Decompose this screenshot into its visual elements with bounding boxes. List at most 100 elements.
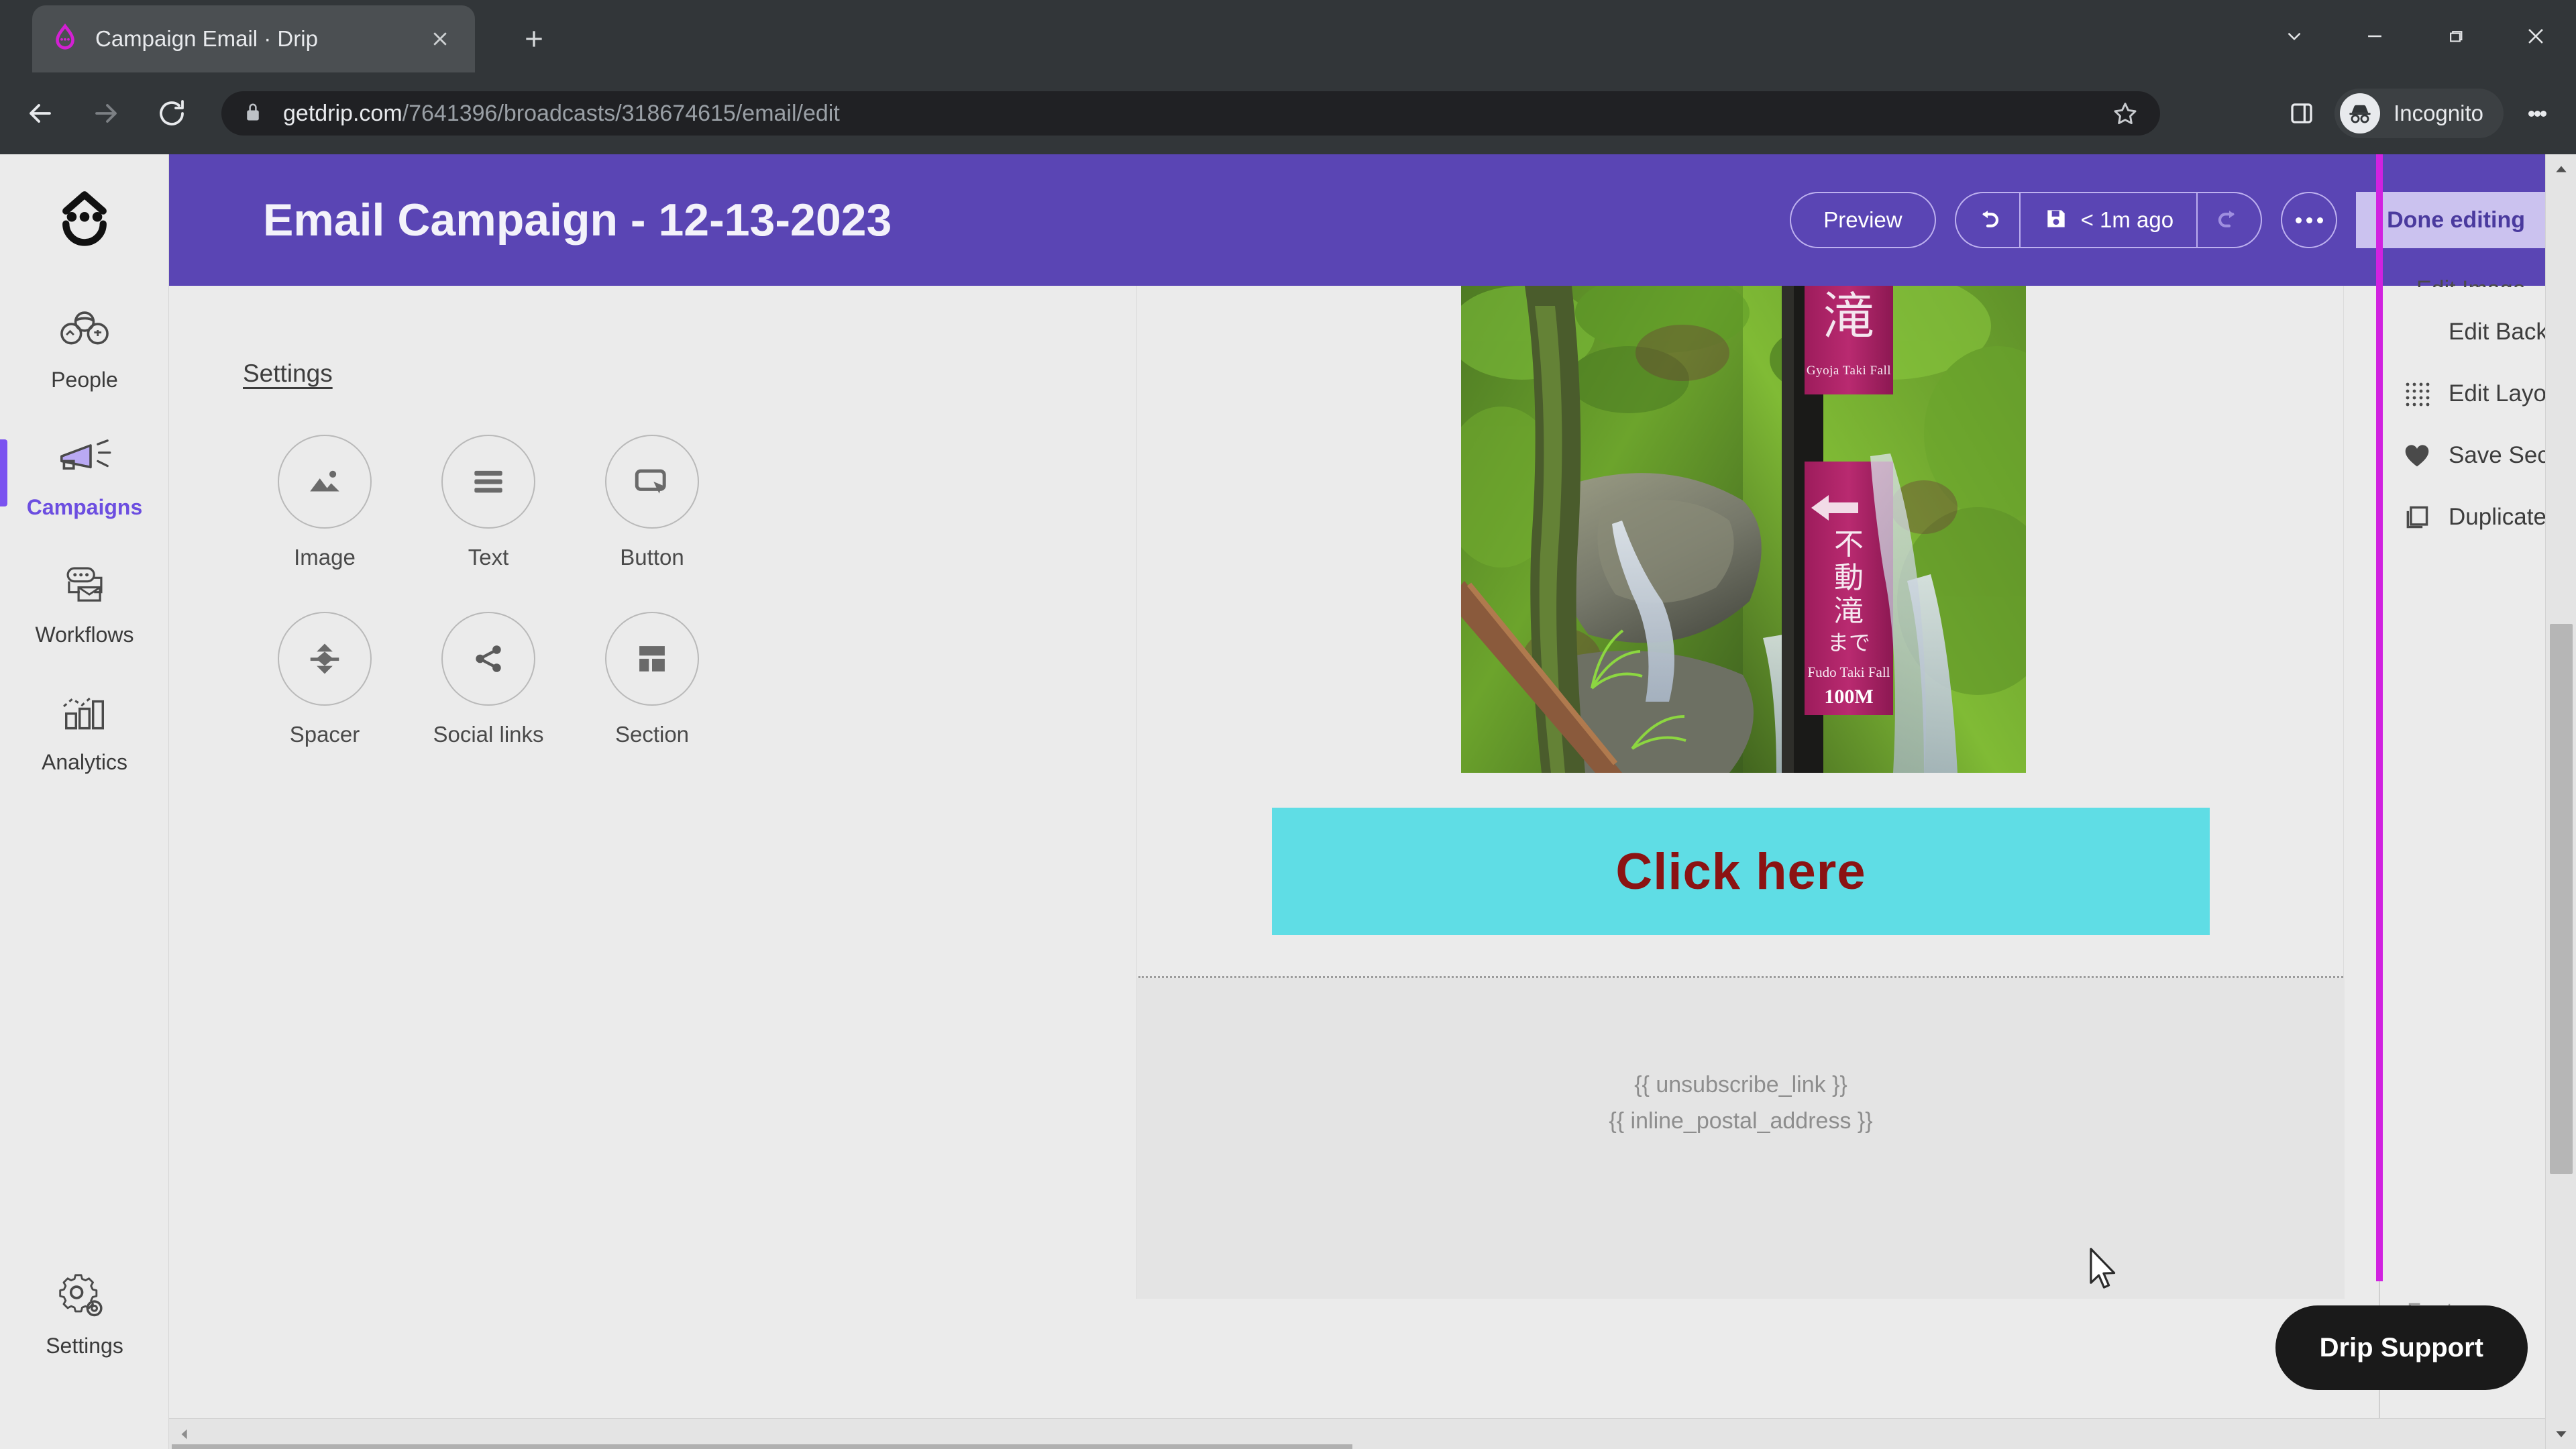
url-text: getdrip.com/7641396/broadcasts/318674615…: [283, 101, 840, 127]
svg-text:Gyoja Taki Fall: Gyoja Taki Fall: [1807, 364, 1891, 378]
inspector-item-label: Duplicate: [2449, 504, 2546, 530]
vertical-scrollbar[interactable]: [2545, 154, 2576, 1449]
drip-support-button[interactable]: Drip Support: [2275, 1305, 2528, 1390]
vertical-scrollbar-thumb[interactable]: [2550, 624, 2573, 1174]
gear-icon: [56, 1265, 113, 1327]
star-icon[interactable]: [2110, 99, 2140, 129]
sidebar-item-label: Workflows: [35, 622, 134, 647]
tab-close-icon[interactable]: [423, 21, 458, 56]
sidebar-item-settings[interactable]: Settings: [0, 1248, 169, 1375]
more-options-button[interactable]: [2281, 192, 2338, 248]
footer-merge-tags: {{ unsubscribe_link }} {{ inline_postal_…: [1137, 1067, 2345, 1140]
dot: [2316, 217, 2323, 223]
inspector-item-duplicate[interactable]: Duplicate: [2403, 503, 2546, 531]
incognito-icon: [2340, 93, 2381, 133]
undo-icon[interactable]: [1956, 193, 2019, 247]
svg-text:まで: まで: [1827, 630, 1870, 655]
edit-image-label-clipped[interactable]: Edit Image: [2416, 276, 2526, 287]
active-indicator-bar: [0, 439, 7, 506]
editor-work-area: Settings Image Text Button Spacer Social…: [169, 154, 2576, 1449]
svg-text:100M: 100M: [1824, 686, 1873, 708]
browser-tab[interactable]: Campaign Email · Drip: [32, 5, 475, 72]
sidebar-item-label: Analytics: [41, 749, 128, 774]
done-editing-button[interactable]: Done editing: [2356, 192, 2556, 248]
horizontal-scrollbar-thumb[interactable]: [172, 1444, 1352, 1449]
palette-item-label: Text: [468, 545, 509, 570]
section-accent-bar: [2376, 154, 2383, 1281]
svg-text:動: 動: [1834, 561, 1864, 595]
dot: [2306, 217, 2312, 223]
maximize-icon[interactable]: [2415, 0, 2496, 72]
palette-grid: Image Text Button Spacer Social links Se…: [243, 435, 847, 789]
sidebar-item-workflows[interactable]: Workflows: [0, 537, 169, 664]
browser-toolbar: getdrip.com/7641396/broadcasts/318674615…: [0, 72, 2576, 154]
element-palette: Settings Image Text Button Spacer Social…: [243, 360, 887, 789]
url-host: getdrip.com: [283, 100, 402, 126]
palette-item-text[interactable]: Text: [407, 435, 570, 570]
tab-title: Campaign Email · Drip: [95, 26, 318, 51]
megaphone-icon: [54, 427, 115, 488]
text-lines-icon: [441, 435, 535, 529]
forward-arrow-icon: [80, 88, 131, 139]
save-status-button[interactable]: < 1m ago: [2019, 193, 2198, 247]
sidebar-item-label: People: [51, 367, 118, 392]
sidebar-item-campaigns[interactable]: Campaigns: [0, 409, 169, 537]
save-control-group: < 1m ago: [1954, 192, 2263, 248]
sidebar-item-label: Settings: [46, 1333, 123, 1358]
save-timestamp: < 1m ago: [2080, 207, 2174, 232]
incognito-indicator[interactable]: Incognito: [2334, 89, 2504, 138]
palette-item-social-links[interactable]: Social links: [407, 612, 570, 747]
horizontal-scrollbar[interactable]: [169, 1418, 2545, 1449]
browser-chrome: Campaign Email · Drip getdrip.com/764139…: [0, 0, 2576, 154]
palette-item-section[interactable]: Section: [570, 612, 734, 747]
unsubscribe-merge-tag: {{ unsubscribe_link }}: [1634, 1072, 1847, 1097]
mouse-pointer-icon: [2089, 1248, 2120, 1292]
chevron-down-icon[interactable]: [2254, 0, 2334, 72]
kebab-menu-icon[interactable]: [2510, 85, 2564, 142]
minimize-icon[interactable]: [2334, 0, 2415, 72]
image-icon: [278, 435, 372, 529]
sidebar-item-people[interactable]: People: [0, 282, 169, 409]
back-arrow-icon[interactable]: [15, 88, 66, 139]
palette-title[interactable]: Settings: [243, 360, 887, 388]
email-canvas: 滝 Gyoja Taki Fall 不 動 滝 まで Fudo Taki Fal…: [1136, 286, 2345, 1299]
side-panel-icon[interactable]: [2273, 85, 2330, 142]
people-icon: [56, 299, 113, 361]
page-title: Email Campaign - 12-13-2023: [263, 195, 892, 246]
scroll-down-arrow-icon[interactable]: [2546, 1418, 2576, 1449]
inspector-item-edit-layout[interactable]: Edit Layout: [2403, 380, 2566, 408]
reload-icon[interactable]: [146, 88, 197, 139]
tab-strip: Campaign Email · Drip: [0, 0, 2576, 72]
redo-icon[interactable]: [2198, 193, 2261, 247]
waterfall-photo: 滝 Gyoja Taki Fall 不 動 滝 まで Fudo Taki Fal…: [1461, 286, 2026, 773]
new-tab-button[interactable]: [510, 15, 558, 63]
toolbar-right-group: Incognito: [2273, 72, 2576, 154]
palette-item-spacer[interactable]: Spacer: [243, 612, 407, 747]
header-actions: Preview < 1m ago Done editing: [1790, 154, 2556, 286]
palette-item-label: Spacer: [289, 722, 360, 747]
sidebar-item-analytics[interactable]: Analytics: [0, 664, 169, 792]
svg-text:Fudo Taki Fall: Fudo Taki Fall: [1808, 664, 1890, 680]
lock-icon: [243, 100, 266, 127]
window-controls: [2254, 0, 2576, 72]
palette-item-button[interactable]: Button: [570, 435, 734, 570]
email-image-block[interactable]: 滝 Gyoja Taki Fall 不 動 滝 まで Fudo Taki Fal…: [1461, 286, 2026, 773]
preview-button[interactable]: Preview: [1790, 192, 1936, 248]
click-here-button[interactable]: Click here: [1272, 808, 2210, 935]
palette-item-label: Button: [620, 545, 684, 570]
address-bar[interactable]: getdrip.com/7641396/broadcasts/318674615…: [221, 91, 2160, 136]
scroll-up-arrow-icon[interactable]: [2546, 154, 2576, 185]
window-close-icon[interactable]: [2496, 0, 2576, 72]
svg-text:滝: 滝: [1834, 594, 1864, 629]
bar-chart-icon: [58, 682, 111, 743]
dot: [2295, 217, 2302, 223]
drip-smiley-logo[interactable]: [0, 174, 169, 262]
palette-item-image[interactable]: Image: [243, 435, 407, 570]
workflow-icon: [56, 554, 113, 616]
palette-item-label: Section: [614, 722, 690, 747]
share-icon: [441, 612, 535, 706]
heart-icon: [2403, 441, 2431, 470]
palette-item-label: Image: [294, 545, 356, 570]
drip-logo-icon: [50, 23, 80, 54]
email-footer-block[interactable]: {{ unsubscribe_link }} {{ inline_postal_…: [1137, 978, 2345, 1299]
